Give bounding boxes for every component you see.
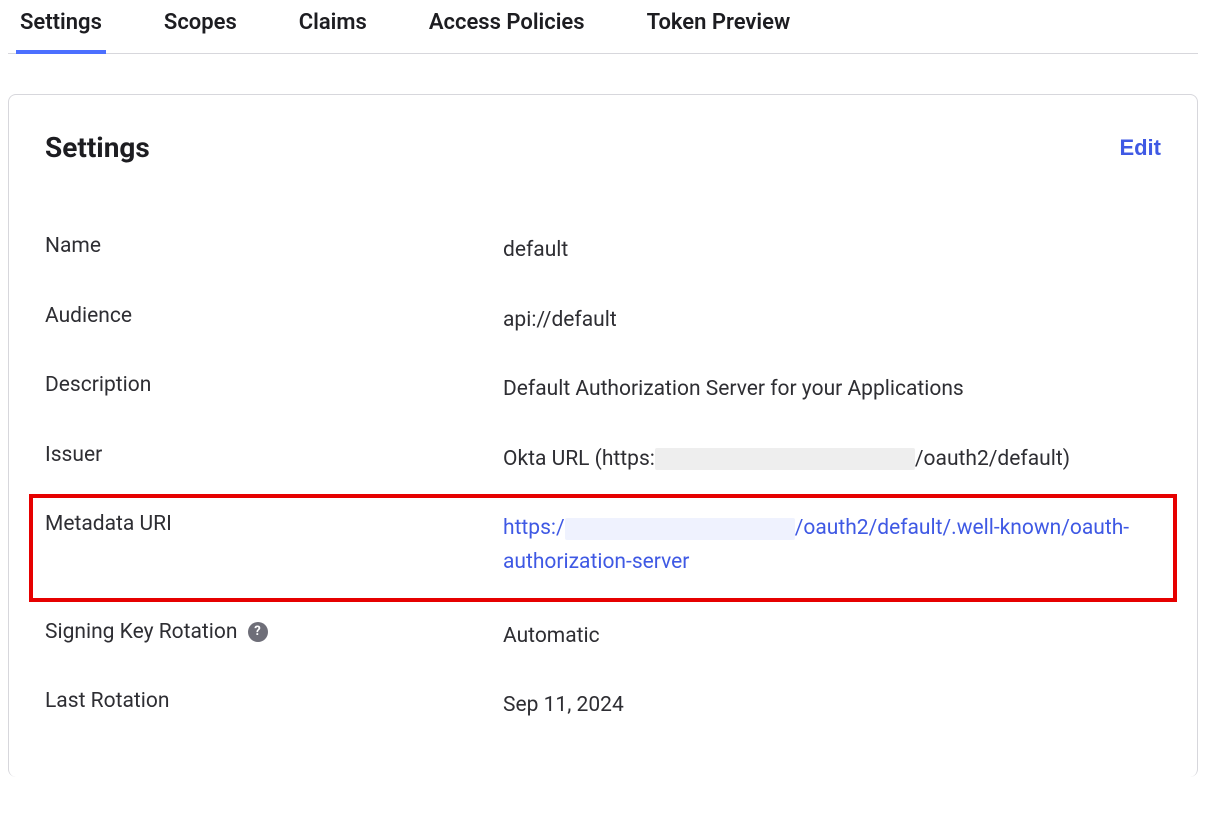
field-name: Name default bbox=[45, 216, 1161, 286]
tab-token-preview[interactable]: Token Preview bbox=[645, 0, 793, 53]
issuer-prefix: Okta URL (https: bbox=[503, 447, 655, 471]
field-issuer: Issuer Okta URL (https: /oauth2/default) bbox=[45, 425, 1161, 495]
edit-button[interactable]: Edit bbox=[1119, 135, 1161, 161]
help-icon[interactable]: ? bbox=[248, 622, 268, 642]
settings-panel: Settings Edit Name default Audience api:… bbox=[8, 94, 1198, 777]
field-value-description: Default Authorization Server for your Ap… bbox=[503, 373, 964, 407]
field-label-audience: Audience bbox=[45, 304, 503, 328]
field-label-issuer: Issuer bbox=[45, 443, 503, 467]
metadata-uri-highlight: Metadata URI https://oauth2/default/.wel… bbox=[29, 494, 1177, 601]
field-value-last-rotation: Sep 11, 2024 bbox=[503, 689, 624, 723]
tab-settings[interactable]: Settings bbox=[18, 0, 104, 53]
field-label-name: Name bbox=[45, 234, 503, 258]
panel-title: Settings bbox=[45, 131, 150, 164]
field-label-description: Description bbox=[45, 373, 503, 397]
field-label-last-rotation: Last Rotation bbox=[45, 689, 503, 713]
issuer-suffix: /oauth2/default) bbox=[915, 447, 1070, 471]
tab-access-policies[interactable]: Access Policies bbox=[427, 0, 587, 53]
field-last-rotation: Last Rotation Sep 11, 2024 bbox=[45, 671, 1161, 741]
field-value-issuer: Okta URL (https: /oauth2/default) bbox=[503, 443, 1070, 477]
signing-key-rotation-text: Signing Key Rotation bbox=[45, 620, 238, 644]
field-audience: Audience api://default bbox=[45, 286, 1161, 356]
field-value-metadata-uri: https://oauth2/default/.well-known/oauth… bbox=[503, 512, 1161, 579]
metadata-uri-link[interactable]: https://oauth2/default/.well-known/oauth… bbox=[503, 516, 1129, 574]
metadata-uri-redacted bbox=[565, 518, 795, 540]
field-signing-key-rotation: Signing Key Rotation ? Automatic bbox=[45, 602, 1161, 672]
issuer-redacted bbox=[655, 448, 915, 470]
field-value-name: default bbox=[503, 234, 568, 268]
tab-scopes[interactable]: Scopes bbox=[162, 0, 239, 53]
field-metadata-uri: Metadata URI https://oauth2/default/.wel… bbox=[45, 512, 1161, 579]
field-value-audience: api://default bbox=[503, 304, 617, 338]
field-value-signing-key-rotation: Automatic bbox=[503, 620, 600, 654]
tab-bar: Settings Scopes Claims Access Policies T… bbox=[8, 0, 1198, 54]
field-description: Description Default Authorization Server… bbox=[45, 355, 1161, 425]
metadata-uri-prefix: https:/ bbox=[503, 516, 565, 540]
tab-claims[interactable]: Claims bbox=[297, 0, 369, 53]
field-label-metadata-uri: Metadata URI bbox=[45, 512, 503, 536]
field-label-signing-key-rotation: Signing Key Rotation ? bbox=[45, 620, 503, 644]
panel-header: Settings Edit bbox=[45, 131, 1161, 164]
